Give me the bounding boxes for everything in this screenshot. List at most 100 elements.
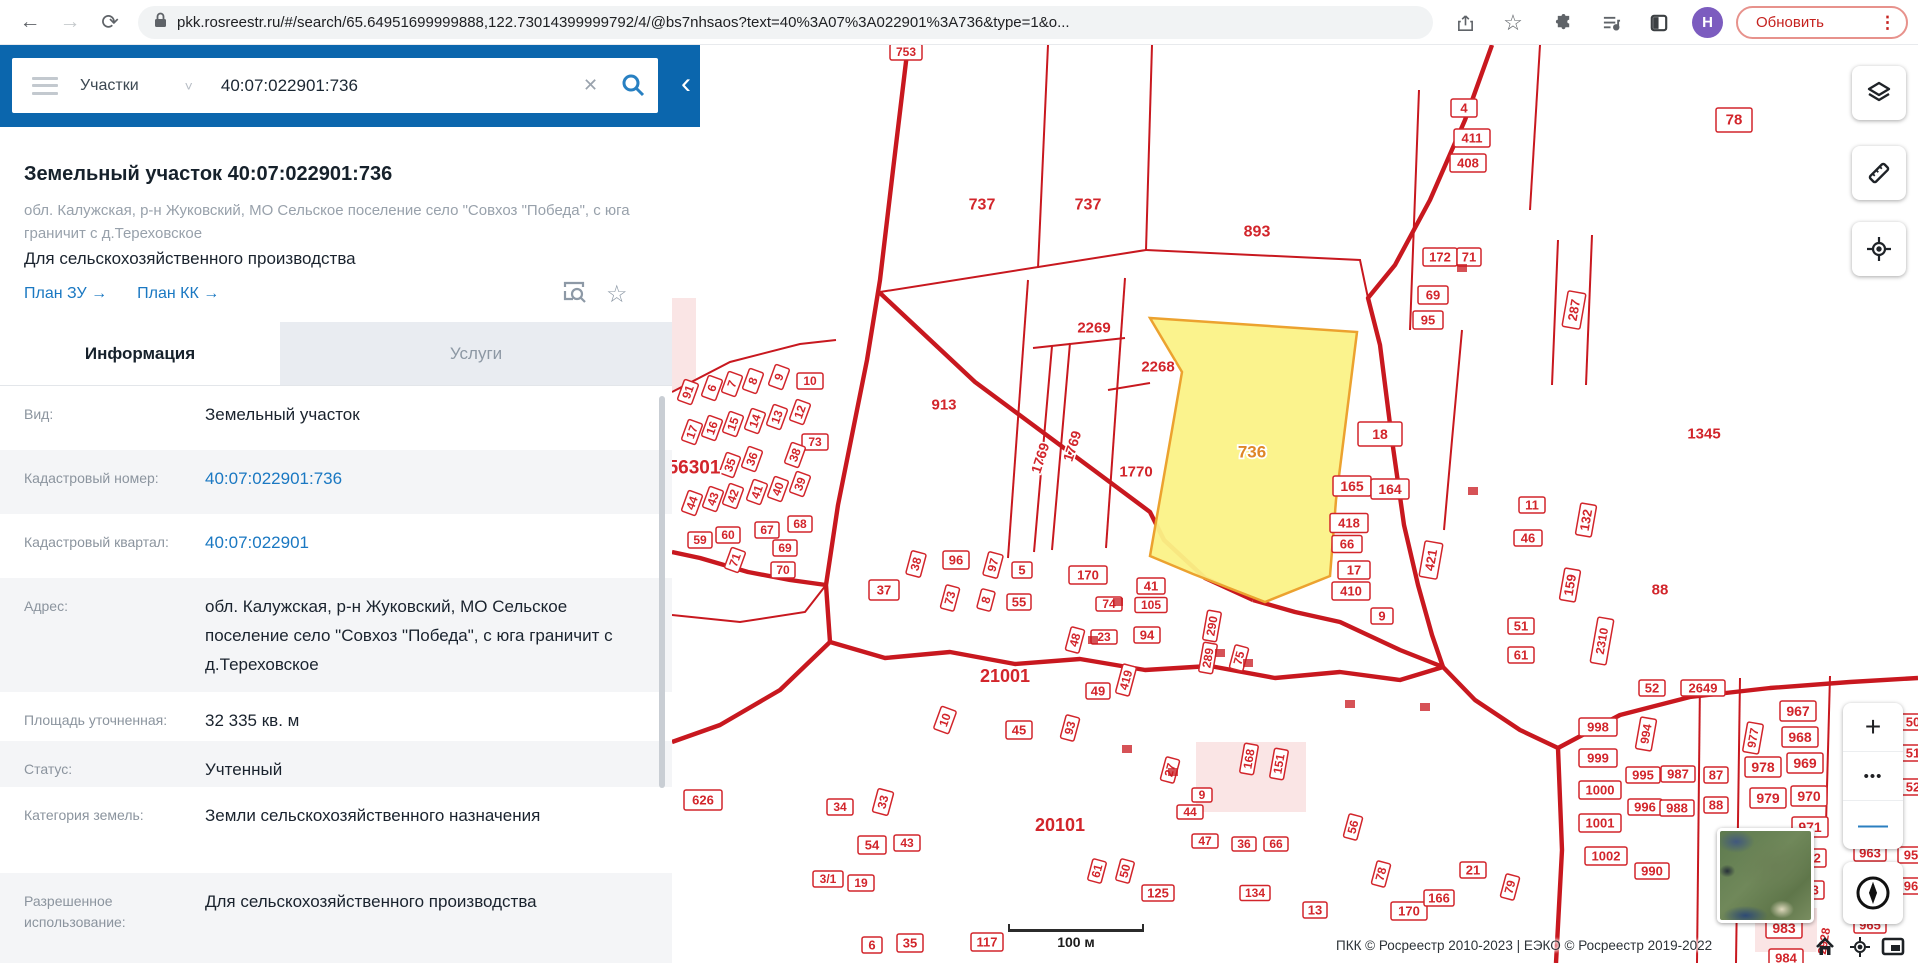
- row-label: Кадастровый номер:: [24, 470, 159, 486]
- building: [1088, 636, 1098, 644]
- collapse-panel-icon[interactable]: ‹: [672, 67, 700, 105]
- parcel-label: 172: [1429, 250, 1451, 265]
- parcel-label: 166: [1428, 891, 1450, 906]
- sidebar-extension-icon[interactable]: [1646, 10, 1672, 36]
- zoom-in-button[interactable]: +: [1843, 703, 1903, 752]
- parcel-label: 410: [1340, 584, 1362, 599]
- building: [1168, 768, 1178, 776]
- row-label: Вид:: [24, 406, 54, 422]
- row-label: Категория земель:: [24, 807, 144, 823]
- building: [1243, 659, 1253, 667]
- parcel-label: 54: [865, 838, 880, 853]
- layers-button[interactable]: [1852, 66, 1906, 120]
- building: [1420, 703, 1430, 711]
- panel-scrollbar[interactable]: [659, 396, 665, 788]
- zoom-out-button[interactable]: —: [1843, 801, 1903, 849]
- parcel-boundary: [1443, 329, 1463, 531]
- bookmark-star-icon[interactable]: ☆: [1500, 10, 1526, 36]
- parcel-label: 60: [721, 528, 735, 542]
- highlighted-parcel-label: 736: [1238, 443, 1266, 462]
- parcel-label: 979: [1756, 790, 1780, 806]
- parcel-label: 19: [854, 876, 868, 890]
- clear-search-icon[interactable]: ✕: [583, 75, 598, 96]
- parcel-label: 66: [1340, 537, 1354, 552]
- parcel-label: 9: [1199, 788, 1206, 802]
- parcel-label: 984: [1775, 951, 1797, 963]
- row-value-link[interactable]: 40:07:022901: [205, 528, 645, 578]
- forward-icon[interactable]: →: [54, 6, 86, 38]
- parcel-boundary: [1551, 239, 1559, 386]
- search-icon[interactable]: [620, 72, 646, 103]
- parcel-label: 737: [969, 197, 996, 214]
- browser-toolbar: ← → ⟳ pkk.rosreestr.ru/#/search/65.64951…: [0, 0, 1918, 45]
- compass-button[interactable]: [1843, 862, 1903, 924]
- cadastral-map[interactable]: 753 737 737 893 78 1345 913 2269 2268 1769 1769 177…: [672, 45, 1918, 963]
- area-zoom-icon[interactable]: [562, 279, 588, 310]
- scale-bar: [1008, 924, 1144, 932]
- parcel-label: 70: [776, 563, 790, 577]
- building: [1215, 649, 1225, 657]
- parcel-label: 47: [1198, 834, 1212, 848]
- parcel-label: 61: [1514, 648, 1528, 663]
- parcel-label: 34: [833, 800, 847, 814]
- plan-kk-link[interactable]: План КК →: [137, 285, 219, 303]
- row-value-link[interactable]: 40:07:022901:736: [205, 464, 645, 514]
- favorite-star-icon[interactable]: ☆: [606, 280, 628, 309]
- extensions-puzzle-icon[interactable]: [1550, 10, 1576, 36]
- parcel-label: 44: [1183, 805, 1197, 819]
- table-row: Разрешенное использование: Для сельскохоз…: [0, 873, 672, 963]
- basemap-thumbnail[interactable]: [1717, 828, 1814, 923]
- center-map-icon[interactable]: [1847, 934, 1873, 960]
- browser-update-button[interactable]: Обновить ⋮: [1736, 6, 1908, 39]
- quarter-boundary: [823, 45, 911, 643]
- zoom-control: + ••• —: [1843, 703, 1903, 849]
- parcel-label: 46: [1521, 531, 1535, 546]
- parcel-label: 1002: [1592, 849, 1621, 864]
- parcel-label: 418: [1338, 516, 1360, 531]
- tab-services[interactable]: Услуги: [280, 322, 672, 385]
- parcel-label: 4: [1460, 101, 1468, 116]
- share-icon[interactable]: [1452, 10, 1478, 36]
- parcel-label: 69: [778, 541, 792, 555]
- back-icon[interactable]: ←: [14, 6, 46, 38]
- search-input[interactable]: [220, 75, 541, 96]
- parcel-label: 411: [1462, 131, 1483, 146]
- parcel-label: 36: [1237, 837, 1251, 851]
- parcel-boundary: [1696, 679, 1701, 963]
- browser-menu-icon[interactable]: ⋮: [1879, 13, 1896, 33]
- lock-icon: [154, 12, 167, 33]
- tab-information[interactable]: Информация: [0, 322, 280, 385]
- building: [1457, 264, 1467, 272]
- parcel-boundary: [1037, 45, 1049, 269]
- chevron-down-icon[interactable]: ˅: [185, 78, 193, 94]
- parcel-boundary: [879, 249, 1147, 293]
- parcel-label: 51: [1906, 746, 1918, 761]
- menu-icon[interactable]: [32, 76, 58, 95]
- zoom-more-button[interactable]: •••: [1843, 752, 1903, 801]
- ruler-button[interactable]: [1852, 146, 1906, 200]
- parcel-label: 20101: [1035, 815, 1085, 835]
- parcel-boundary: [672, 584, 827, 624]
- parcel-label: 51: [1514, 619, 1528, 634]
- plan-zu-link[interactable]: План ЗУ →: [24, 285, 107, 303]
- my-location-button[interactable]: [1852, 222, 1906, 276]
- search-panel: Участки ˅ ✕ ‹: [0, 45, 700, 127]
- media-list-extension-icon[interactable]: [1598, 10, 1624, 36]
- quarter-boundary: [672, 640, 832, 745]
- parcel-label: 10: [803, 374, 817, 388]
- parcel-label: 995: [1632, 768, 1654, 783]
- parcel-label: 18: [1372, 426, 1388, 442]
- table-row: Статус: Учтенный: [0, 741, 672, 787]
- row-value: 32 335 кв. м: [205, 711, 300, 730]
- parcel-label: 50: [1906, 715, 1918, 730]
- address-bar[interactable]: pkk.rosreestr.ru/#/search/65.64951699999…: [138, 6, 1433, 39]
- parcel-label: 626: [692, 793, 714, 808]
- parcel-label: 988: [1666, 801, 1688, 816]
- profile-avatar[interactable]: H: [1692, 7, 1723, 38]
- home-icon[interactable]: [1812, 934, 1838, 960]
- reload-icon[interactable]: ⟳: [94, 6, 126, 38]
- fullscreen-icon[interactable]: [1880, 934, 1906, 960]
- parcel-label: 1770: [1119, 464, 1152, 481]
- search-category-select[interactable]: Участки: [80, 77, 139, 95]
- parcel-boundary: [1585, 234, 1593, 386]
